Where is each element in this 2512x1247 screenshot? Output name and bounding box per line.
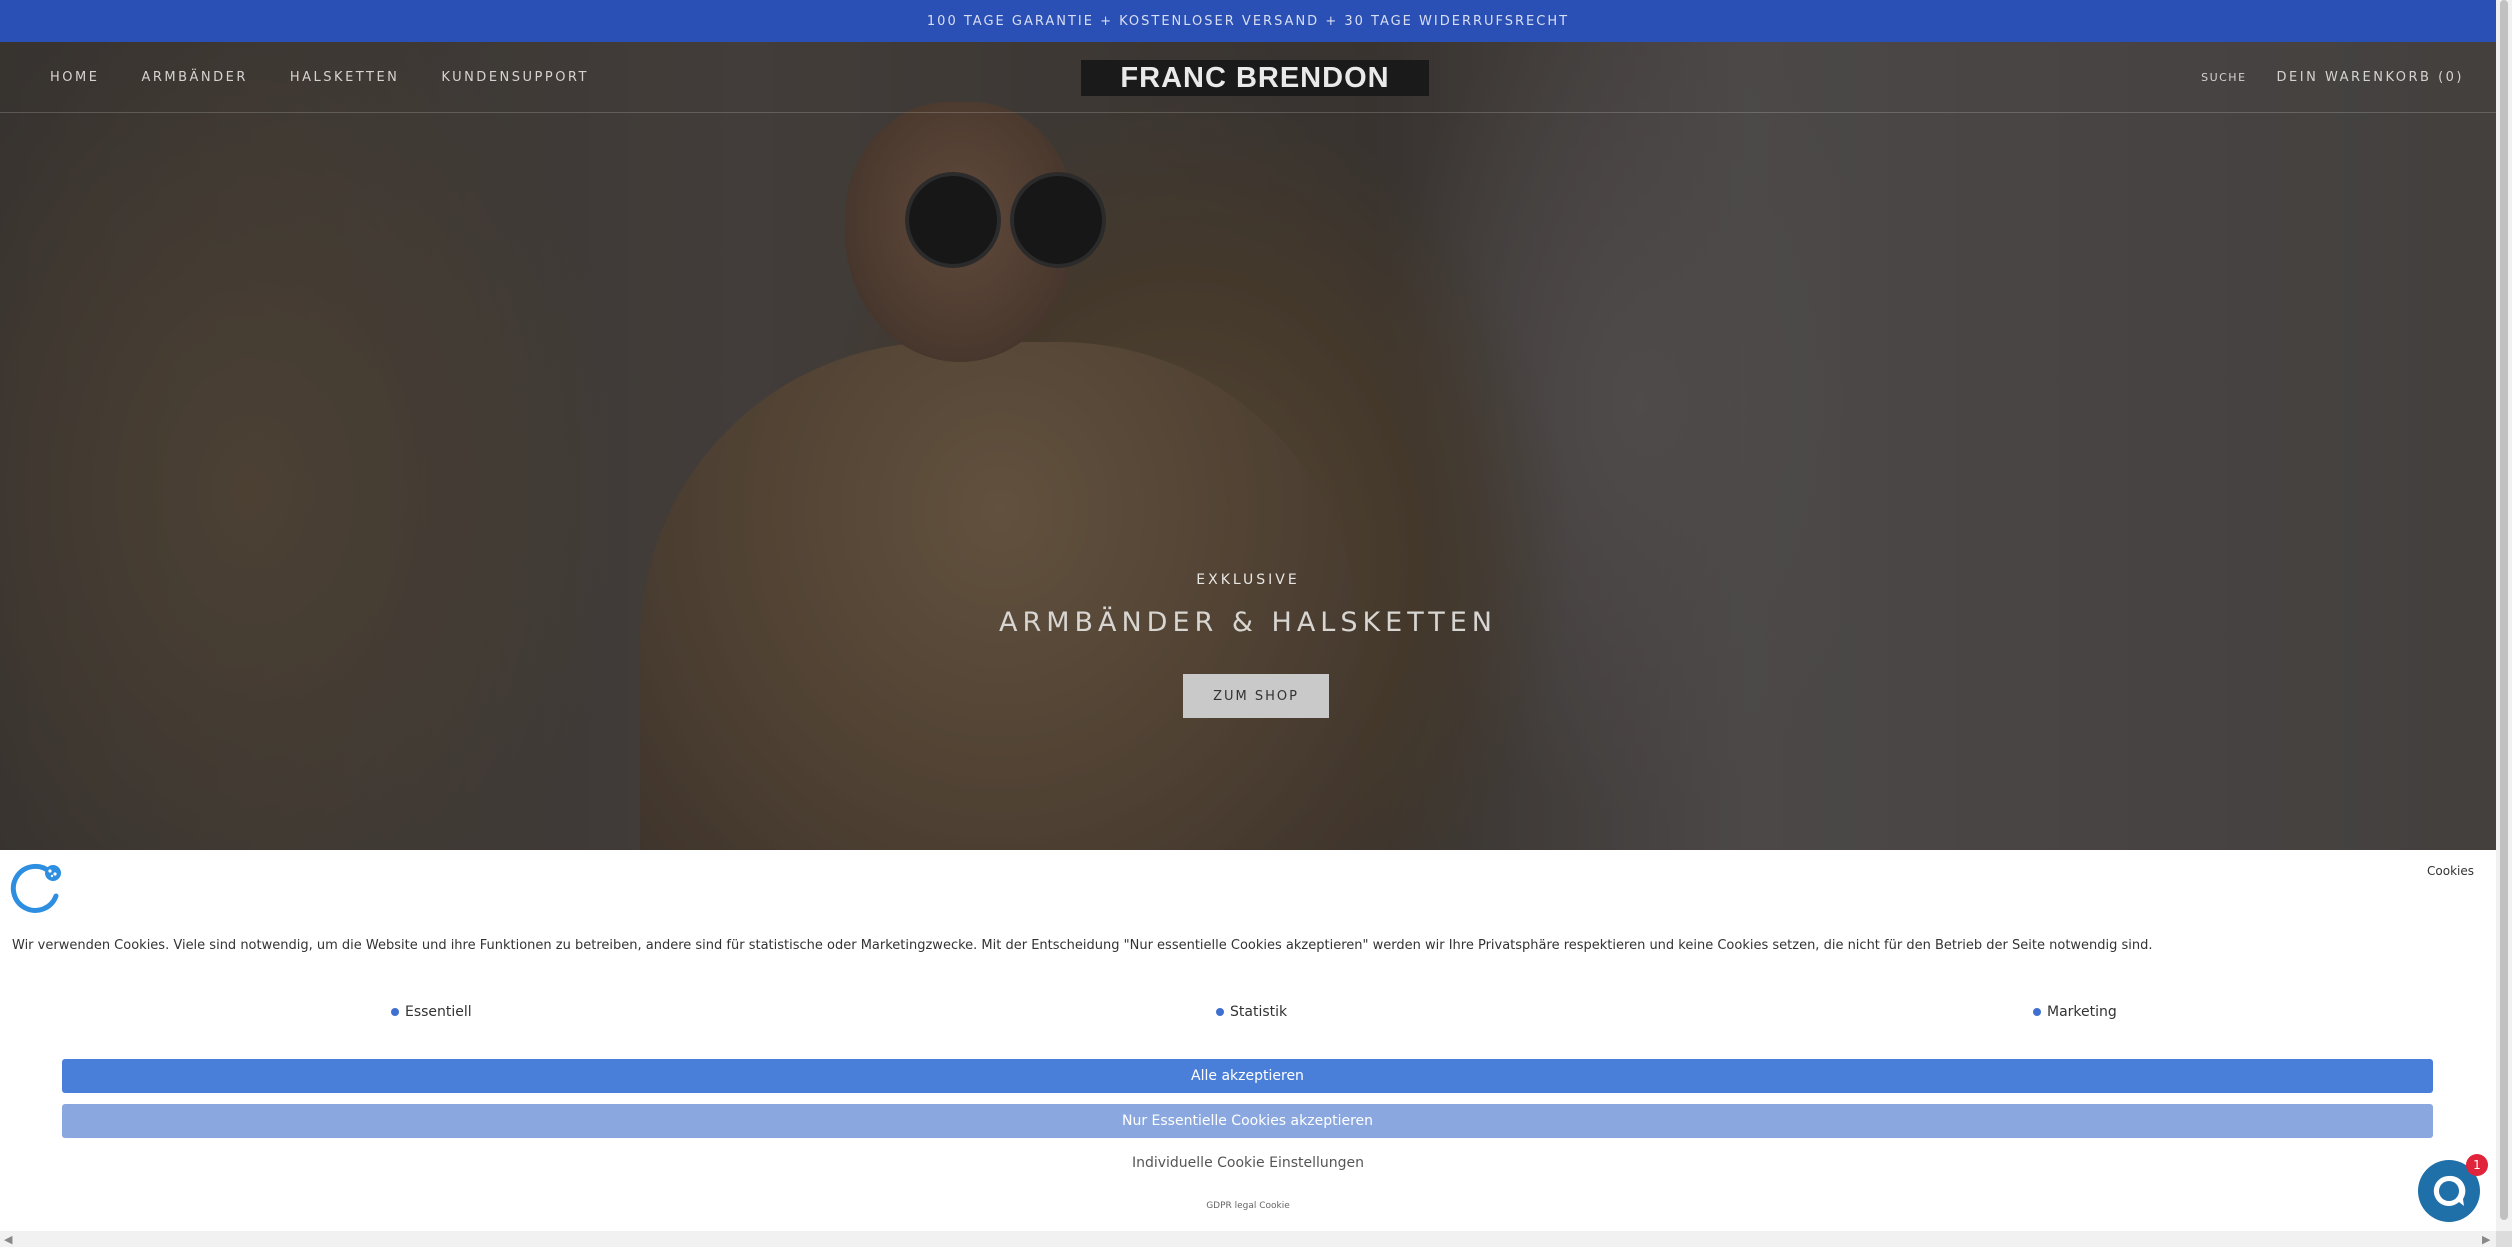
- accept-essential-button[interactable]: Nur Essentielle Cookies akzeptieren: [62, 1104, 2433, 1138]
- radio-dot-icon: [1216, 1008, 1224, 1016]
- hero-banner: EXKLUSIVE ARMBÄNDER & HALSKETTEN ZUM SHO…: [0, 42, 2496, 850]
- cookie-category-label: Statistik: [1230, 1004, 1288, 1020]
- individual-settings-link[interactable]: Individuelle Cookie Einstellungen: [0, 1155, 2496, 1171]
- site-logo[interactable]: FRANC BRENDON: [1081, 60, 1429, 96]
- cookie-category-essentiell[interactable]: Essentiell: [391, 1004, 472, 1020]
- radio-dot-icon: [2033, 1008, 2041, 1016]
- header-actions: SUCHE DEIN WARENKORB (0): [2201, 42, 2464, 112]
- gdpr-footer-link[interactable]: GDPR legal Cookie: [0, 1201, 2496, 1211]
- chat-bubble-icon: [2433, 1175, 2466, 1206]
- radio-dot-icon: [391, 1008, 399, 1016]
- cookie-consent-logo-icon: [10, 860, 66, 916]
- main-nav: HOME ARMBÄNDER HALSKETTEN KUNDENSUPPORT: [50, 42, 589, 112]
- cookie-title: Cookies: [2427, 864, 2474, 878]
- accept-all-button[interactable]: Alle akzeptieren: [62, 1059, 2433, 1093]
- cookie-category-label: Essentiell: [405, 1004, 472, 1020]
- nav-item-armbaender[interactable]: ARMBÄNDER: [141, 70, 247, 85]
- hero-overlay: [0, 42, 2496, 850]
- scroll-left-arrow-icon[interactable]: ◀: [4, 1233, 12, 1246]
- scrollbar-corner: [2496, 1231, 2512, 1247]
- shop-button[interactable]: ZUM SHOP: [1183, 674, 1329, 718]
- cookie-banner: Cookies Wir verwenden Cookies. Viele sin…: [0, 850, 2496, 1230]
- horizontal-scrollbar[interactable]: [0, 1231, 2496, 1247]
- nav-item-kundensupport[interactable]: KUNDENSUPPORT: [441, 70, 589, 85]
- scroll-right-arrow-icon[interactable]: ▶: [2482, 1233, 2490, 1246]
- cart-link[interactable]: DEIN WARENKORB (0): [2277, 70, 2464, 85]
- cookie-category-marketing[interactable]: Marketing: [2033, 1004, 2117, 1020]
- search-link[interactable]: SUCHE: [2201, 71, 2246, 84]
- announcement-bar: 100 TAGE GARANTIE + KOSTENLOSER VERSAND …: [0, 0, 2496, 42]
- nav-item-home[interactable]: HOME: [50, 70, 99, 85]
- cookie-category-statistik[interactable]: Statistik: [1216, 1004, 1287, 1020]
- cookie-category-label: Marketing: [2047, 1004, 2117, 1020]
- hero-title: ARMBÄNDER & HALSKETTEN: [998, 607, 1498, 638]
- nav-item-halsketten[interactable]: HALSKETTEN: [290, 70, 400, 85]
- chat-notification-badge: 1: [2466, 1154, 2488, 1176]
- hero-eyebrow: EXKLUSIVE: [1196, 572, 1300, 588]
- vertical-scrollbar-thumb[interactable]: [2500, 0, 2508, 1220]
- announcement-text: 100 TAGE GARANTIE + KOSTENLOSER VERSAND …: [926, 13, 1570, 29]
- cookie-description: Wir verwenden Cookies. Viele sind notwen…: [12, 938, 2153, 953]
- site-header: HOME ARMBÄNDER HALSKETTEN KUNDENSUPPORT …: [0, 42, 2496, 113]
